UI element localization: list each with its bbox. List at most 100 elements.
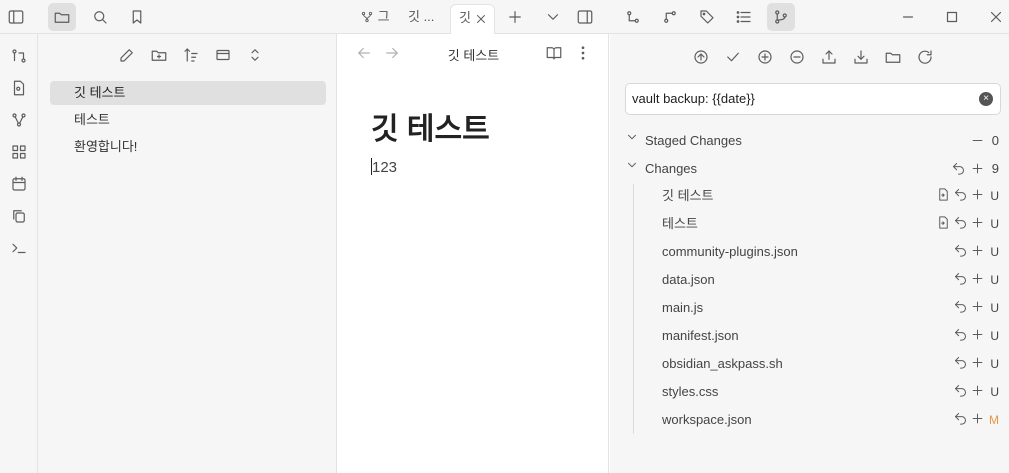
discard-icon[interactable] xyxy=(953,355,968,370)
file-status-badge: U xyxy=(990,385,999,399)
discard-icon[interactable] xyxy=(953,411,968,426)
changed-file-row[interactable]: styles.css U xyxy=(662,380,1003,404)
tab-git-graph[interactable]: 그 xyxy=(360,4,400,34)
stage-icon[interactable] xyxy=(970,411,985,426)
maximize-icon[interactable] xyxy=(943,8,961,26)
list-icon[interactable] xyxy=(730,3,758,31)
file-actions xyxy=(953,271,985,286)
copy-icon[interactable] xyxy=(6,203,32,229)
unstage-all-icon[interactable] xyxy=(784,44,810,70)
commit-check-icon[interactable] xyxy=(720,44,746,70)
file-search-icon[interactable] xyxy=(6,75,32,101)
stage-icon[interactable] xyxy=(970,187,985,202)
dashboard-icon[interactable] xyxy=(6,139,32,165)
open-file-icon[interactable] xyxy=(936,215,951,230)
open-folder-icon[interactable] xyxy=(880,44,906,70)
chevron-down-icon xyxy=(625,158,639,172)
folder-icon[interactable] xyxy=(48,3,76,31)
discard-icon[interactable] xyxy=(953,327,968,342)
sidebar-toggle-icon[interactable] xyxy=(2,3,30,31)
minus-icon[interactable] xyxy=(970,133,985,148)
source-control-icon[interactable] xyxy=(767,3,795,31)
changed-file-row[interactable]: data.json U xyxy=(662,268,1003,292)
stage-icon[interactable] xyxy=(970,327,985,342)
tab-git-test-1[interactable]: 깃 ... xyxy=(408,4,448,34)
changed-file-row[interactable]: manifest.json U xyxy=(662,324,1003,348)
changed-file-row[interactable]: obsidian_askpass.sh U xyxy=(662,352,1003,376)
stage-all-icon[interactable] xyxy=(752,44,778,70)
discard-icon[interactable] xyxy=(953,187,968,202)
minimize-icon[interactable] xyxy=(899,8,917,26)
bookmark-icon[interactable] xyxy=(123,3,151,31)
git-push-icon[interactable] xyxy=(656,3,684,31)
stage-icon[interactable] xyxy=(970,215,985,230)
plus-icon[interactable] xyxy=(506,8,524,26)
note-body[interactable]: 123 xyxy=(371,158,397,176)
changed-file-name: community-plugins.json xyxy=(662,244,798,259)
stage-icon[interactable] xyxy=(970,271,985,286)
new-folder-icon[interactable] xyxy=(146,42,172,68)
changed-file-name: data.json xyxy=(662,272,715,287)
clear-icon[interactable]: × xyxy=(979,92,993,106)
changed-file-name: workspace.json xyxy=(662,412,752,427)
file-actions xyxy=(953,355,985,370)
tab-git-test-active[interactable]: 깃 xyxy=(450,4,495,34)
pull-icon[interactable] xyxy=(848,44,874,70)
calendar-icon[interactable] xyxy=(6,171,32,197)
changed-file-row[interactable]: workspace.json M xyxy=(662,408,1003,432)
graph-icon[interactable] xyxy=(6,107,32,133)
tags-icon[interactable] xyxy=(693,3,721,31)
ribbon xyxy=(0,34,38,473)
changed-file-row[interactable]: community-plugins.json U xyxy=(662,240,1003,264)
sort-icon[interactable] xyxy=(178,42,204,68)
search-icon[interactable] xyxy=(86,3,114,31)
stage-icon[interactable] xyxy=(970,299,985,314)
changes-header[interactable]: Changes 9 xyxy=(625,158,1003,180)
chevron-down-icon[interactable] xyxy=(544,8,562,26)
stage-icon[interactable] xyxy=(970,383,985,398)
discard-icon[interactable] xyxy=(953,243,968,258)
note-title[interactable]: 깃 테스트 xyxy=(371,104,490,148)
commit-message-text: vault backup: {{date}} xyxy=(632,91,755,106)
discard-icon[interactable] xyxy=(953,215,968,230)
discard-icon[interactable] xyxy=(953,271,968,286)
discard-icon[interactable] xyxy=(951,161,966,176)
staged-changes-header[interactable]: Staged Changes 0 xyxy=(625,130,1003,152)
source-control-panel: vault backup: {{date}} × Staged Changes … xyxy=(610,34,1009,473)
view-header: 깃 테스트 xyxy=(338,34,609,72)
open-file-icon[interactable] xyxy=(936,187,951,202)
git-pull-icon[interactable] xyxy=(619,3,647,31)
reading-view-icon[interactable] xyxy=(545,44,563,62)
push-icon[interactable] xyxy=(816,44,842,70)
discard-icon[interactable] xyxy=(953,383,968,398)
file-item[interactable]: 환영합니다! xyxy=(50,135,326,159)
discard-icon[interactable] xyxy=(953,299,968,314)
commit-and-sync-icon[interactable] xyxy=(688,44,714,70)
refresh-icon[interactable] xyxy=(912,44,938,70)
git-compare-icon[interactable] xyxy=(6,43,32,69)
changed-file-row[interactable]: 테스트 U xyxy=(662,212,1003,236)
file-item-label: 환영합니다! xyxy=(74,139,138,154)
file-actions xyxy=(953,383,985,398)
changed-file-row[interactable]: main.js U xyxy=(662,296,1003,320)
file-item[interactable]: 깃 테스트 xyxy=(50,81,326,105)
collapse-icon[interactable] xyxy=(242,42,268,68)
chevron-down-icon xyxy=(625,130,639,144)
window-close-icon[interactable] xyxy=(987,8,1005,26)
auto-reveal-icon[interactable] xyxy=(210,42,236,68)
stage-icon[interactable] xyxy=(970,243,985,258)
stage-icon[interactable] xyxy=(970,355,985,370)
editor-pane: 깃 테스트 깃 테스트 123 xyxy=(338,34,609,473)
close-icon[interactable] xyxy=(474,12,488,26)
new-note-icon[interactable] xyxy=(114,42,140,68)
stage-icon[interactable] xyxy=(970,161,985,176)
terminal-icon[interactable] xyxy=(6,235,32,261)
right-sidebar-icon[interactable] xyxy=(576,8,594,26)
commit-message-input[interactable]: vault backup: {{date}} × xyxy=(625,83,1001,115)
file-actions xyxy=(936,215,985,230)
changed-file-name: main.js xyxy=(662,300,704,315)
changed-file-row[interactable]: 깃 테스트 U xyxy=(662,184,1003,208)
more-options-icon[interactable] xyxy=(574,44,592,62)
file-item[interactable]: 테스트 xyxy=(50,108,326,132)
view-title[interactable]: 깃 테스트 xyxy=(338,45,609,64)
